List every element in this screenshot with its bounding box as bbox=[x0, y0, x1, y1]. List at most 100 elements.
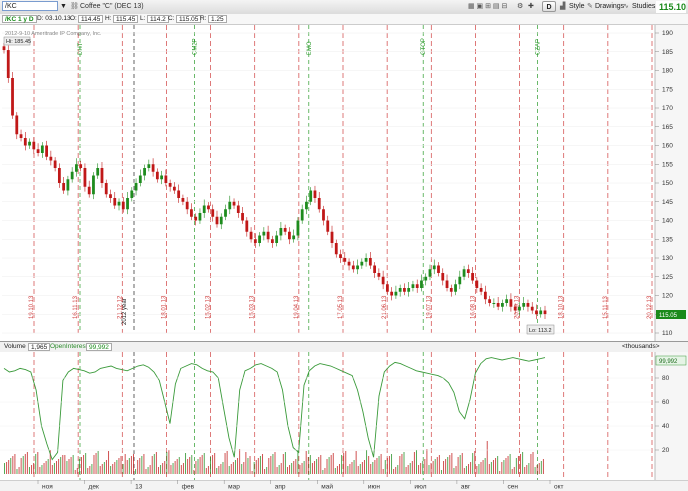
volume-bar bbox=[251, 471, 253, 474]
candle-body bbox=[262, 231, 266, 236]
studies-icon[interactable]: ∿ bbox=[623, 2, 629, 12]
style-button[interactable]: Style bbox=[569, 2, 585, 12]
volume-bar bbox=[143, 454, 145, 474]
volume-bar bbox=[197, 459, 199, 474]
volume-bar bbox=[297, 450, 299, 474]
volume-bar bbox=[101, 464, 103, 474]
close-label: C: bbox=[168, 15, 175, 22]
month-label: апр bbox=[275, 484, 286, 491]
volume-bar bbox=[459, 455, 461, 474]
candle-body bbox=[407, 288, 411, 292]
candle-body bbox=[368, 258, 372, 266]
month-label: окт bbox=[554, 484, 564, 491]
volume-bar bbox=[397, 465, 399, 474]
volume-bar bbox=[492, 460, 494, 474]
candle-body bbox=[535, 310, 538, 315]
volume-bar bbox=[268, 458, 270, 474]
volume-bar bbox=[222, 462, 224, 474]
candle-body bbox=[11, 78, 14, 116]
aggregation-button[interactable]: D bbox=[542, 1, 556, 12]
candle-body bbox=[296, 220, 300, 236]
volume-bar bbox=[209, 457, 211, 474]
volume-bar bbox=[420, 463, 422, 474]
volume-bar bbox=[6, 462, 8, 474]
low-label: L: bbox=[140, 15, 146, 22]
volume-tick-label: 80 bbox=[662, 375, 670, 382]
drawings-button[interactable]: Drawings bbox=[595, 2, 624, 12]
candle-body bbox=[194, 216, 198, 221]
candle-body bbox=[471, 273, 474, 281]
volume-bar bbox=[347, 466, 349, 474]
volume-bar bbox=[62, 455, 64, 474]
price-chart[interactable]: 19.10.13 16.11.13 21.12.12 18.01.13 15.02.13… bbox=[0, 25, 688, 341]
oi-value: 99,992 bbox=[86, 343, 112, 351]
volume-bar bbox=[499, 471, 501, 474]
style-icon[interactable]: ▟ bbox=[560, 2, 565, 12]
price-tick-label: 140 bbox=[662, 218, 673, 225]
volume-bar bbox=[376, 458, 378, 474]
volume-bar bbox=[105, 460, 107, 474]
candle-body bbox=[28, 141, 31, 146]
volume-bar bbox=[37, 452, 39, 474]
volume-bar bbox=[91, 464, 93, 474]
volume-bar bbox=[270, 456, 272, 474]
volume-bar bbox=[378, 456, 380, 474]
volume-bar bbox=[93, 455, 95, 474]
volume-bar bbox=[155, 452, 157, 474]
volume-bar bbox=[363, 460, 365, 474]
volume-bar bbox=[411, 461, 413, 474]
price-tick-label: 185 bbox=[662, 49, 673, 56]
candle-body bbox=[130, 190, 134, 198]
drawings-icon[interactable]: ✎ bbox=[587, 2, 593, 12]
volume-bar bbox=[162, 463, 164, 474]
volume-bar bbox=[330, 455, 332, 474]
volume-bar bbox=[482, 460, 484, 474]
volume-bar bbox=[463, 468, 465, 474]
toolbar-icons[interactable]: ▦ ▣ ⊞ ▤ ⊟ bbox=[468, 2, 507, 12]
volume-bar bbox=[189, 457, 191, 474]
candle-body bbox=[326, 220, 330, 232]
settings-icon[interactable]: ⚙ bbox=[517, 2, 523, 12]
volume-bar bbox=[349, 464, 351, 474]
volume-bar bbox=[484, 458, 486, 474]
volume-tick-label: 40 bbox=[662, 423, 670, 430]
volume-bar bbox=[536, 465, 538, 474]
volume-bar bbox=[147, 467, 149, 474]
month-label: сен bbox=[507, 484, 518, 491]
volume-bar bbox=[391, 454, 393, 474]
volume-bar bbox=[241, 464, 243, 474]
volume-bar bbox=[474, 451, 476, 474]
candle-body bbox=[266, 231, 270, 240]
date-marker-label: 18.01.13 bbox=[161, 295, 167, 319]
volume-bar bbox=[14, 454, 16, 474]
symbol-input[interactable]: /KC bbox=[2, 1, 58, 11]
volume-bar bbox=[465, 466, 467, 474]
volume-bar bbox=[124, 454, 126, 474]
candle-body bbox=[462, 269, 466, 277]
volume-bar bbox=[24, 454, 26, 474]
crosshair-icon[interactable]: ✚ bbox=[528, 2, 534, 12]
volume-bar bbox=[153, 454, 155, 474]
candle-body bbox=[83, 168, 87, 187]
volume-chart[interactable]: 80 60 40 20 99,992 bbox=[0, 352, 688, 480]
volume-bar bbox=[418, 465, 420, 474]
volume-bar bbox=[497, 456, 499, 474]
volume-bar bbox=[103, 462, 105, 474]
volume-bar bbox=[87, 468, 89, 474]
volume-bar bbox=[295, 459, 297, 474]
volume-bar bbox=[257, 458, 259, 474]
studies-button[interactable]: Studies bbox=[632, 2, 655, 12]
candle-body bbox=[172, 186, 176, 191]
volume-bar bbox=[51, 465, 53, 474]
candle-body bbox=[92, 175, 95, 195]
candle-body bbox=[530, 306, 534, 311]
volume-bar bbox=[415, 450, 417, 474]
link-icon[interactable]: ⛓ bbox=[70, 2, 79, 12]
volume-bar bbox=[168, 450, 170, 474]
volume-bar bbox=[116, 460, 118, 474]
candle-body bbox=[437, 265, 440, 273]
candle-body bbox=[79, 164, 83, 168]
symbol-badge[interactable]: /KC 1 y D bbox=[2, 15, 37, 23]
dropdown-arrow-icon[interactable]: ▼ bbox=[60, 2, 67, 12]
volume-bar bbox=[74, 470, 76, 474]
